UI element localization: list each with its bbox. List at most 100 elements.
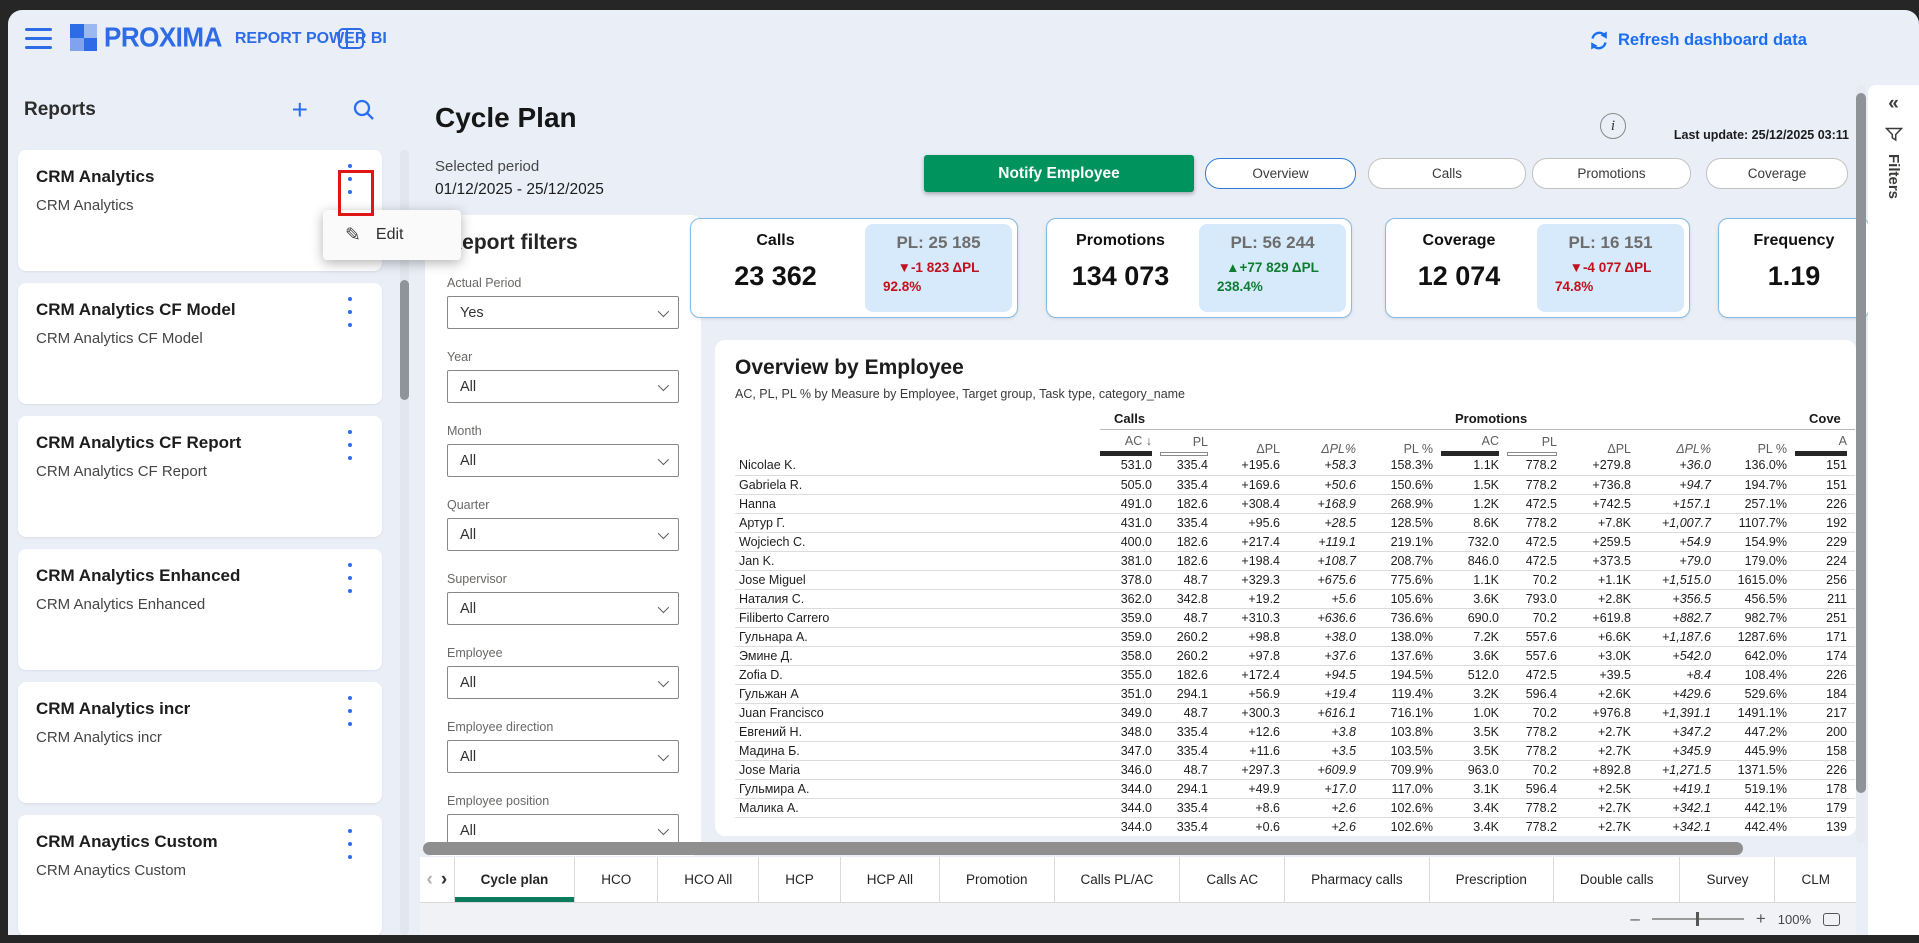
context-menu-item-edit[interactable]: Edit — [376, 226, 404, 244]
report-card[interactable]: CRM Analytics CF ReportCRM Analytics CF … — [18, 416, 382, 537]
value-cell: 226 — [1795, 494, 1855, 513]
tab-pharmacy-calls[interactable]: Pharmacy calls — [1284, 857, 1429, 902]
value-cell: +28.5 — [1288, 513, 1364, 532]
report-filters-title: Report filters — [447, 231, 679, 255]
column-header[interactable]: ΔPL% — [1288, 430, 1364, 457]
tab-prev-icon[interactable]: ‹ — [427, 869, 433, 891]
value-cell: 182.6 — [1160, 494, 1216, 513]
column-header[interactable]: PL — [1160, 430, 1216, 457]
zoom-out-button[interactable]: – — [1630, 914, 1639, 924]
refresh-dashboard-button[interactable]: Refresh dashboard data — [1588, 30, 1807, 51]
filter-dropdown[interactable]: Yes — [447, 296, 679, 329]
filter-funnel-icon[interactable] — [1885, 127, 1903, 142]
zoom-slider[interactable] — [1652, 918, 1744, 920]
vertical-scrollbar-thumb[interactable] — [1856, 93, 1866, 793]
filter-groups: Actual PeriodYesYearAllMonthAllQuarterAl… — [447, 276, 679, 856]
value-cell: 194.7% — [1719, 475, 1795, 494]
tab-promotion[interactable]: Promotion — [939, 857, 1054, 902]
tab-prescription[interactable]: Prescription — [1429, 857, 1553, 902]
filter-dropdown[interactable]: All — [447, 740, 679, 773]
tab-cycle-plan[interactable]: Cycle plan — [454, 857, 575, 902]
column-header[interactable]: ΔPL — [1216, 430, 1288, 457]
value-cell: 103.5% — [1364, 741, 1441, 760]
filter-dropdown[interactable]: All — [447, 666, 679, 699]
tab-clm[interactable]: CLM — [1774, 857, 1856, 902]
report-card[interactable]: CRM Analytics incrCRM Analytics incr — [18, 682, 382, 803]
report-card[interactable]: CRM Analytics EnhancedCRM Analytics Enha… — [18, 549, 382, 670]
report-card[interactable]: CRM Analytics CF ModelCRM Analytics CF M… — [18, 283, 382, 404]
value-cell: 154.9% — [1719, 532, 1795, 551]
table-row: 344.0335.4+0.6+2.6102.6%3.4K778.2+2.7K+3… — [735, 817, 1855, 836]
tab-next-icon[interactable]: › — [441, 869, 447, 891]
table-row: Евгений Н.348.0335.4+12.6+3.8103.8%3.5K7… — [735, 722, 1855, 741]
tab-double-calls[interactable]: Double calls — [1553, 857, 1680, 902]
search-icon[interactable] — [352, 98, 376, 122]
tab-survey[interactable]: Survey — [1679, 857, 1774, 902]
report-filters-panel: Report filters Actual PeriodYesYearAllMo… — [425, 215, 701, 856]
tab-hcp[interactable]: HCP — [758, 857, 840, 902]
sidebar-scrollbar-thumb[interactable] — [400, 280, 409, 400]
value-cell: +1,187.6 — [1639, 627, 1719, 646]
column-header[interactable]: A — [1795, 430, 1855, 457]
tab-calls-pl-ac[interactable]: Calls PL/AC — [1054, 857, 1180, 902]
info-icon[interactable]: i — [1600, 113, 1626, 139]
value-cell: 158 — [1795, 741, 1855, 760]
view-button-promotions[interactable]: Promotions — [1532, 158, 1691, 189]
employee-name: Мадина Б. — [735, 741, 1100, 760]
view-button-calls[interactable]: Calls — [1368, 158, 1526, 189]
view-button-coverage[interactable]: Coverage — [1706, 158, 1848, 189]
column-header[interactable]: AC — [1441, 430, 1507, 457]
zoom-slider-thumb[interactable] — [1696, 912, 1699, 926]
value-cell: 431.0 — [1100, 513, 1160, 532]
zoom-in-button[interactable]: + — [1756, 914, 1766, 924]
filter-dropdown[interactable]: All — [447, 444, 679, 477]
tab-hco-all[interactable]: HCO All — [657, 857, 758, 902]
filter-dropdown[interactable]: All — [447, 518, 679, 551]
column-header[interactable]: PL % — [1364, 430, 1441, 457]
kebab-menu-icon[interactable] — [342, 696, 358, 726]
tab-hcp-all[interactable]: HCP All — [840, 857, 939, 902]
overview-subtitle: AC, PL, PL % by Measure by Employee, Tar… — [735, 387, 1856, 401]
kebab-menu-icon[interactable] — [342, 430, 358, 460]
column-header[interactable]: ΔPL — [1565, 430, 1639, 457]
column-header[interactable]: AC ↓ — [1100, 430, 1160, 457]
value-cell: 335.4 — [1160, 817, 1216, 836]
horizontal-scrollbar-thumb[interactable] — [423, 842, 1743, 855]
value-cell: 778.2 — [1507, 817, 1565, 836]
value-cell: 344.0 — [1100, 798, 1160, 817]
kpi-value: 1.19 — [1768, 261, 1821, 292]
table-row: Гульмира А.344.0294.1+49.9+17.0117.0%3.1… — [735, 779, 1855, 798]
column-header[interactable]: PL % — [1719, 430, 1795, 457]
filter-dropdown[interactable]: All — [447, 370, 679, 403]
column-header[interactable]: ΔPL% — [1639, 430, 1719, 457]
value-cell: +2.5K — [1565, 779, 1639, 798]
tab-hco[interactable]: HCO — [574, 857, 657, 902]
kpi-card-promotions: Promotions134 073PL: 56 244▲+77 829 ΔPL2… — [1046, 218, 1352, 318]
value-cell: +373.5 — [1565, 551, 1639, 570]
table-row: Jose Maria346.048.7+297.3+609.9709.9%963… — [735, 760, 1855, 779]
fit-to-screen-icon[interactable] — [1823, 913, 1840, 926]
view-button-overview[interactable]: Overview — [1205, 158, 1356, 189]
tab-nav-arrows: ‹ › — [420, 857, 454, 902]
filter-label: Employee — [447, 646, 679, 660]
value-cell: 208.7% — [1364, 551, 1441, 570]
value-cell: +37.6 — [1288, 646, 1364, 665]
kebab-menu-icon[interactable] — [342, 297, 358, 327]
filter-dropdown[interactable]: All — [447, 592, 679, 625]
value-cell: +50.6 — [1288, 475, 1364, 494]
expand-pane-icon[interactable]: « — [1888, 95, 1899, 113]
notify-employee-button[interactable]: Notify Employee — [924, 155, 1194, 192]
value-cell: +619.8 — [1565, 608, 1639, 627]
kebab-menu-icon[interactable] — [342, 563, 358, 593]
hamburger-menu-icon[interactable] — [25, 28, 52, 49]
value-cell: +19.4 — [1288, 684, 1364, 703]
report-card[interactable]: CRM Anaytics CustomCRM Anaytics Custom — [18, 815, 382, 935]
filters-pane-collapsed[interactable]: « Filters — [1868, 85, 1919, 935]
table-row: Малика А.344.0335.4+8.6+2.6102.6%3.4K778… — [735, 798, 1855, 817]
sidebar-toggle-icon[interactable] — [338, 28, 364, 49]
add-report-icon[interactable]: + — [292, 100, 308, 120]
value-cell: +0.6 — [1216, 817, 1288, 836]
column-header[interactable]: PL — [1507, 430, 1565, 457]
tab-calls-ac[interactable]: Calls AC — [1179, 857, 1284, 902]
kebab-menu-icon[interactable] — [342, 829, 358, 859]
